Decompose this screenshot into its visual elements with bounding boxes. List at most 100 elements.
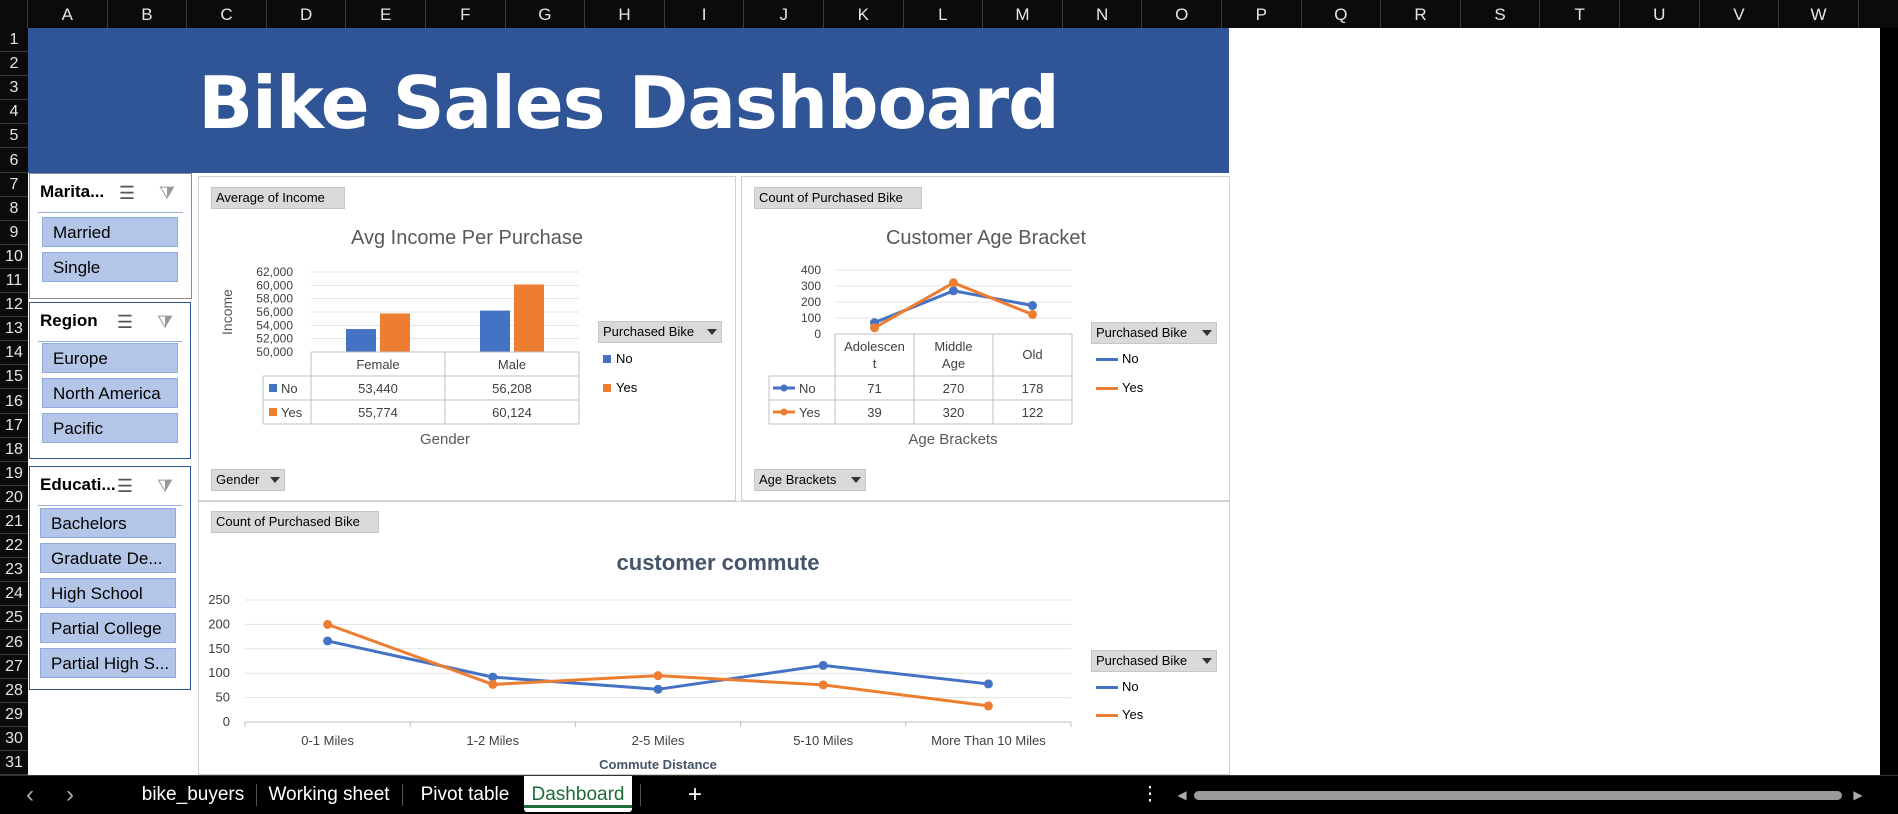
column-header-cell[interactable]: U: [1620, 0, 1700, 28]
row-header-cell[interactable]: 22: [0, 534, 28, 559]
slicer-marital-status[interactable]: Marita... ☰ ⧩ Married Single: [29, 173, 192, 299]
column-header-cell[interactable]: S: [1461, 0, 1541, 28]
scroll-left-button[interactable]: ◀: [1172, 776, 1192, 812]
row-header-cell[interactable]: 3: [0, 76, 28, 101]
row-header-cell[interactable]: 16: [0, 390, 28, 414]
row-header-cell[interactable]: 30: [0, 727, 28, 751]
column-header-cell[interactable]: B: [108, 0, 188, 28]
slicer-item[interactable]: Partial College: [40, 613, 176, 643]
select-all-corner[interactable]: [0, 0, 28, 28]
row-header-cell[interactable]: 4: [0, 100, 28, 125]
row-header-cell[interactable]: 19: [0, 462, 28, 486]
column-header-cell[interactable]: E: [346, 0, 426, 28]
row-header-cell[interactable]: 26: [0, 631, 28, 655]
tab-separator: [640, 784, 641, 806]
slicer-item[interactable]: Married: [42, 217, 178, 247]
slicer-title: Marita...: [40, 182, 105, 201]
row-header-cell[interactable]: 17: [0, 414, 28, 438]
chart-age-bracket[interactable]: Count of Purchased Bike Age Brackets Pur…: [741, 176, 1230, 501]
row-header-cell[interactable]: 6: [0, 149, 28, 173]
row-header-cell[interactable]: 15: [0, 365, 28, 390]
x-tick-label: More Than 10 Miles: [931, 733, 1046, 748]
row-header-cell[interactable]: 12: [0, 293, 28, 318]
multi-select-icon[interactable]: ☰: [112, 475, 138, 497]
slicer-education[interactable]: Educati... ☰ ⧩ Bachelors Graduate De... …: [29, 466, 191, 690]
chart-customer-commute[interactable]: Count of Purchased Bike Purchased Bike N…: [198, 501, 1230, 775]
data-point-yes: [870, 323, 879, 333]
clear-filter-icon[interactable]: ⧩: [152, 311, 178, 333]
column-header-cell[interactable]: H: [585, 0, 665, 28]
row-header-cell[interactable]: 14: [0, 341, 28, 366]
column-header-cell[interactable]: J: [744, 0, 824, 28]
slicer-item[interactable]: Bachelors: [40, 508, 176, 538]
column-header-cell[interactable]: T: [1540, 0, 1620, 28]
column-header-cell[interactable]: I: [665, 0, 745, 28]
column-header-cell[interactable]: M: [983, 0, 1063, 28]
column-header-cell[interactable]: K: [824, 0, 904, 28]
tab-working-sheet[interactable]: Working sheet: [264, 776, 394, 812]
column-header-cell[interactable]: G: [506, 0, 586, 28]
add-sheet-button[interactable]: +: [680, 776, 710, 812]
data-point-yes: [818, 680, 828, 690]
slicer-item[interactable]: Graduate De...: [40, 543, 176, 573]
slicer-item[interactable]: North America: [42, 378, 178, 408]
slicer-region[interactable]: Region ☰ ⧩ Europe North America Pacific: [29, 302, 191, 459]
row-header-cell[interactable]: 8: [0, 197, 28, 221]
column-header-cell[interactable]: W: [1779, 0, 1859, 28]
row-header-cell[interactable]: 21: [0, 510, 28, 535]
slicer-item[interactable]: Partial High S...: [40, 648, 176, 678]
row-header-cell[interactable]: 31: [0, 751, 28, 776]
row-header-cell[interactable]: 2: [0, 52, 28, 77]
slicer-item[interactable]: Europe: [42, 343, 178, 373]
column-header-cell[interactable]: P: [1222, 0, 1302, 28]
row-header-cell[interactable]: 9: [0, 221, 28, 245]
clear-filter-icon[interactable]: ⧩: [152, 475, 178, 497]
row-header-cell[interactable]: 5: [0, 124, 28, 149]
column-header-cell[interactable]: V: [1700, 0, 1780, 28]
row-header-cell[interactable]: 28: [0, 679, 28, 703]
y-tick-label: 50: [216, 690, 230, 705]
tab-bike-buyers[interactable]: bike_buyers: [138, 776, 248, 812]
column-header-cell[interactable]: C: [187, 0, 267, 28]
chart-avg-income[interactable]: Average of Income Gender Purchased Bike …: [198, 176, 736, 501]
more-options-icon[interactable]: ⋮: [1138, 776, 1162, 812]
category-label: Female: [356, 357, 399, 372]
row-header-cell[interactable]: 7: [0, 173, 28, 197]
horizontal-scrollbar[interactable]: [1194, 791, 1842, 800]
tab-dashboard-label: Dashboard: [531, 784, 625, 805]
column-header-cell[interactable]: O: [1142, 0, 1222, 28]
column-header-cell[interactable]: R: [1381, 0, 1461, 28]
row-header-cell[interactable]: 24: [0, 582, 28, 607]
column-header-cell[interactable]: Q: [1302, 0, 1382, 28]
prev-sheet-button[interactable]: ‹: [18, 776, 42, 812]
row-header-cell[interactable]: 18: [0, 438, 28, 462]
clear-filter-icon[interactable]: ⧩: [154, 182, 180, 204]
row-header-cell[interactable]: 11: [0, 269, 28, 294]
column-header-cell[interactable]: F: [426, 0, 506, 28]
scroll-right-button[interactable]: ▶: [1848, 776, 1868, 812]
row-header-cell[interactable]: 23: [0, 558, 28, 583]
multi-select-icon[interactable]: ☰: [112, 311, 138, 333]
slicer-item[interactable]: Single: [42, 252, 178, 282]
column-header-cell[interactable]: L: [904, 0, 984, 28]
row-header-cell[interactable]: 29: [0, 703, 28, 727]
slicer-item[interactable]: Pacific: [42, 413, 178, 443]
column-header-cell[interactable]: A: [28, 0, 108, 28]
row-header-cell[interactable]: 13: [0, 317, 28, 342]
tab-pivot-table[interactable]: Pivot table: [410, 776, 520, 812]
row-header-cell[interactable]: 25: [0, 606, 28, 631]
row-header-cell[interactable]: 20: [0, 486, 28, 510]
multi-select-icon[interactable]: ☰: [114, 182, 140, 204]
column-header-cell[interactable]: D: [267, 0, 347, 28]
y-tick-label: 54,000: [256, 318, 293, 332]
next-sheet-button[interactable]: ›: [58, 776, 82, 812]
row-header-cell[interactable]: 27: [0, 655, 28, 679]
tab-dashboard[interactable]: Dashboard: [524, 776, 632, 812]
row-header-cell[interactable]: 10: [0, 245, 28, 269]
slicer-item[interactable]: High School: [40, 578, 176, 608]
row-header-cell[interactable]: 1: [0, 28, 28, 53]
legend-key: [269, 384, 277, 392]
age-chart-svg: Customer Age Bracket 400 300 200 100 0 Adolesc…: [768, 227, 1086, 448]
column-header-cell[interactable]: N: [1063, 0, 1143, 28]
x-tick-label: 0-1 Miles: [301, 733, 354, 748]
